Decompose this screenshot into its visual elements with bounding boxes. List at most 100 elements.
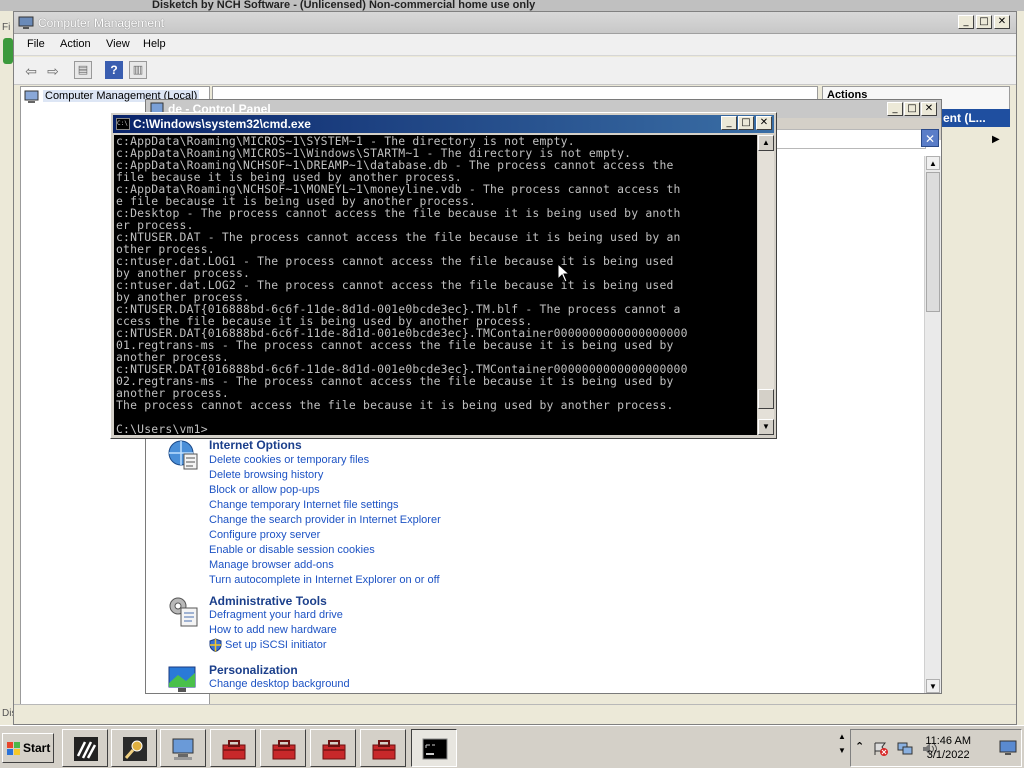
- disketch-side-button[interactable]: [3, 38, 13, 64]
- cm-menubar: File Action View Help: [14, 34, 1016, 56]
- scroll-down-arrow-icon[interactable]: ▼: [836, 744, 848, 758]
- cp-link[interactable]: How to add new hardware: [209, 624, 337, 636]
- cp-section-title[interactable]: Administrative Tools: [209, 594, 327, 608]
- cmd-title-text: C:\Windows\system32\cmd.exe: [133, 117, 311, 131]
- clock[interactable]: 11:46 AM 3/1/2022: [925, 734, 971, 762]
- computer-icon: [24, 90, 39, 103]
- start-button[interactable]: Start: [2, 733, 54, 763]
- action-center-icon[interactable]: [873, 742, 889, 756]
- close-button[interactable]: ✕: [921, 102, 937, 116]
- actions-item[interactable]: ent (L...: [939, 109, 1010, 127]
- cp-link[interactable]: Manage browser add-ons: [209, 559, 334, 571]
- console-line: The process cannot access the file becau…: [116, 398, 674, 412]
- scroll-thumb[interactable]: [926, 172, 940, 312]
- scroll-up-arrow-icon[interactable]: ▲: [836, 730, 848, 744]
- help-icon[interactable]: ?: [105, 61, 123, 79]
- scroll-thumb[interactable]: [758, 389, 774, 409]
- taskbar-scroll[interactable]: ▲ ▼: [836, 730, 848, 766]
- taskbar-item[interactable]: [160, 729, 206, 767]
- cp-link[interactable]: Configure proxy server: [209, 529, 320, 541]
- monitor-icon[interactable]: [999, 740, 1017, 756]
- cm-toolbar: ⇦ ⇨ ▤ ? ▥: [14, 57, 1016, 85]
- clear-search-icon[interactable]: ✕: [921, 129, 939, 147]
- administrative-tools-icon: [169, 597, 198, 627]
- disketch-side-label: Fi: [2, 22, 11, 33]
- cp-vertical-scrollbar[interactable]: ▲ ▼: [924, 156, 941, 693]
- taskbar-item[interactable]: [260, 729, 306, 767]
- cp-link[interactable]: Set up iSCSI initiator: [225, 639, 327, 651]
- toolbox-icon: [372, 740, 396, 760]
- taskbar-item-cmd[interactable]: [411, 729, 457, 767]
- taskbar-item[interactable]: [111, 729, 157, 767]
- cp-link[interactable]: Change temporary Internet file settings: [209, 499, 399, 511]
- show-hidden-icons-icon[interactable]: ⌃: [855, 740, 864, 753]
- uac-shield-icon: [209, 638, 222, 652]
- cmd-titlebar: C:\ C:\Windows\system32\cmd.exe _ □ ✕: [113, 115, 774, 133]
- scroll-up-arrow-icon[interactable]: ▲: [758, 135, 774, 151]
- menu-file[interactable]: File: [27, 38, 45, 50]
- clock-time: 11:46 AM: [925, 735, 971, 747]
- close-button[interactable]: ✕: [994, 15, 1010, 29]
- system-tray: ⌃ 11:46 AM 3/1/2022: [850, 729, 1022, 767]
- cp-link[interactable]: Block or allow pop-ups: [209, 484, 320, 496]
- close-button[interactable]: ✕: [756, 116, 772, 130]
- back-arrow-icon[interactable]: ⇦: [21, 61, 41, 81]
- taskbar-item[interactable]: [310, 729, 356, 767]
- menu-help[interactable]: Help: [143, 38, 166, 50]
- cp-link[interactable]: Delete cookies or temporary files: [209, 454, 369, 466]
- cp-link[interactable]: Enable or disable session cookies: [209, 544, 375, 556]
- cmd-window: C:\ C:\Windows\system32\cmd.exe _ □ ✕ c:…: [110, 112, 777, 439]
- cp-section-title[interactable]: Personalization: [209, 663, 298, 677]
- computer-management-icon: [172, 738, 194, 760]
- taskbar: Start ▲ ▼ ⌃ 11:46 AM 3/1/2022: [0, 725, 1024, 768]
- minimize-button[interactable]: _: [958, 15, 974, 29]
- cm-titlebar: Computer Management _ □ ✕: [14, 12, 1016, 34]
- task-manager-icon: [74, 737, 98, 761]
- console-line: c:Desktop - The process cannot access th…: [116, 206, 681, 220]
- taskbar-item[interactable]: [210, 729, 256, 767]
- menu-action[interactable]: Action: [60, 38, 91, 50]
- forward-arrow-icon[interactable]: ⇨: [43, 61, 63, 81]
- cp-link[interactable]: Change desktop background: [209, 678, 350, 690]
- search-icon: [123, 737, 147, 761]
- minimize-button[interactable]: _: [887, 102, 903, 116]
- cp-link[interactable]: Delete browsing history: [209, 469, 323, 481]
- toolbox-icon: [322, 740, 346, 760]
- cmd-vertical-scrollbar[interactable]: ▲ ▼: [758, 135, 774, 435]
- cm-statusbar: [14, 704, 1016, 724]
- internet-options-icon: [168, 440, 198, 470]
- chevron-right-icon[interactable]: ▶: [992, 134, 1000, 145]
- cp-link[interactable]: Turn autocomplete in Internet Explorer o…: [209, 574, 440, 586]
- console-prompt[interactable]: C:\Users\vm1>: [116, 423, 208, 435]
- network-icon[interactable]: [897, 741, 913, 757]
- personalization-icon: [168, 666, 196, 692]
- windows-logo-icon: [7, 742, 20, 755]
- maximize-button[interactable]: □: [904, 102, 920, 116]
- disketch-title: Disketch by NCH Software - (Unlicensed) …: [0, 0, 1024, 11]
- clock-date: 3/1/2022: [926, 749, 970, 761]
- cmd-icon: C:\: [116, 118, 130, 130]
- scroll-up-arrow-icon[interactable]: ▲: [926, 156, 940, 170]
- show-hide-action-pane-icon[interactable]: ▥: [129, 61, 147, 79]
- menu-view[interactable]: View: [106, 38, 130, 50]
- cm-center-header: [212, 86, 818, 100]
- taskbar-item[interactable]: [62, 729, 108, 767]
- cp-link[interactable]: Change the search provider in Internet E…: [209, 514, 441, 526]
- scroll-down-arrow-icon[interactable]: ▼: [926, 679, 940, 693]
- mouse-cursor-icon: [557, 263, 569, 283]
- cp-section-title[interactable]: Internet Options: [209, 438, 302, 452]
- maximize-button[interactable]: □: [976, 15, 992, 29]
- scroll-down-arrow-icon[interactable]: ▼: [758, 419, 774, 435]
- taskbar-item[interactable]: [360, 729, 406, 767]
- toolbox-icon: [222, 740, 246, 760]
- computer-management-icon: [18, 16, 34, 29]
- search-input[interactable]: [776, 129, 926, 149]
- cmd-console-output[interactable]: c:AppData\Roaming\MICROS~1\SYSTEM~1 - Th…: [114, 135, 757, 435]
- cm-title-text: Computer Management: [38, 16, 165, 30]
- toolbox-icon: [272, 740, 296, 760]
- show-hide-tree-icon[interactable]: ▤: [74, 61, 92, 79]
- cp-link[interactable]: Defragment your hard drive: [209, 609, 343, 621]
- cmd-icon: [422, 738, 448, 760]
- minimize-button[interactable]: _: [721, 116, 737, 130]
- maximize-button[interactable]: □: [738, 116, 754, 130]
